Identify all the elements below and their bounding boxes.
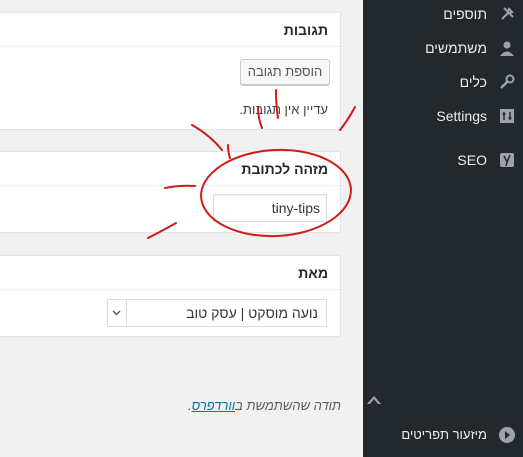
comments-box-title: תגובות — [0, 13, 340, 47]
footer-text: תודה שהשתמשת ב — [235, 398, 341, 413]
slug-box-title: מזהה לכתובת — [0, 152, 340, 186]
sidebar-item-users[interactable]: משתמשים — [363, 34, 523, 64]
footer-thank-you: תודה שהשתמשת בוורדפרס. — [0, 398, 341, 413]
chevron-down-icon — [108, 300, 127, 326]
collapse-menu-button[interactable]: מיזעור תפריטים — [363, 421, 523, 451]
collapse-play-icon — [497, 425, 517, 445]
sidebar-item-plugins[interactable]: תוספים — [363, 0, 523, 30]
sidebar-item-tools[interactable]: כלים — [363, 68, 523, 98]
sidebar-caret-icon — [366, 393, 382, 405]
collapse-menu-label: מיזעור תפריטים — [401, 427, 487, 442]
no-comments-text: עדיין אין תגובות. — [239, 102, 328, 117]
author-box-title: מאת — [0, 256, 340, 290]
sidebar-item-label: משתמשים — [425, 40, 487, 56]
sidebar-item-seo[interactable]: SEO — [363, 146, 523, 176]
wordpress-link[interactable]: וורדפרס — [192, 398, 236, 413]
admin-sidebar: תוספים משתמשים כלים Settings SEO מיזעור … — [363, 0, 523, 457]
sidebar-item-label: תוספים — [443, 6, 487, 22]
annotation-ray — [339, 106, 356, 131]
comments-box: תגובות הוספת תגובה עדיין אין תגובות. — [0, 12, 341, 130]
user-icon — [497, 38, 517, 58]
sidebar-item-label: כלים — [459, 74, 487, 90]
author-select-value: נועה מוסקט | עסק טוב — [186, 305, 318, 321]
add-comment-button[interactable]: הוספת תגובה — [240, 59, 330, 85]
author-box: מאת נועה מוסקט | עסק טוב — [0, 255, 341, 337]
wrench-icon — [497, 72, 517, 92]
settings-icon — [497, 106, 517, 126]
sidebar-item-label: Settings — [436, 108, 487, 124]
yoast-icon — [497, 150, 517, 170]
sidebar-item-settings[interactable]: Settings — [363, 102, 523, 132]
plugin-icon — [497, 4, 517, 24]
author-select[interactable]: נועה מוסקט | עסק טוב — [107, 299, 327, 327]
sidebar-item-label: SEO — [457, 152, 487, 168]
slug-input[interactable] — [213, 194, 327, 222]
slug-box: מזהה לכתובת — [0, 151, 341, 233]
